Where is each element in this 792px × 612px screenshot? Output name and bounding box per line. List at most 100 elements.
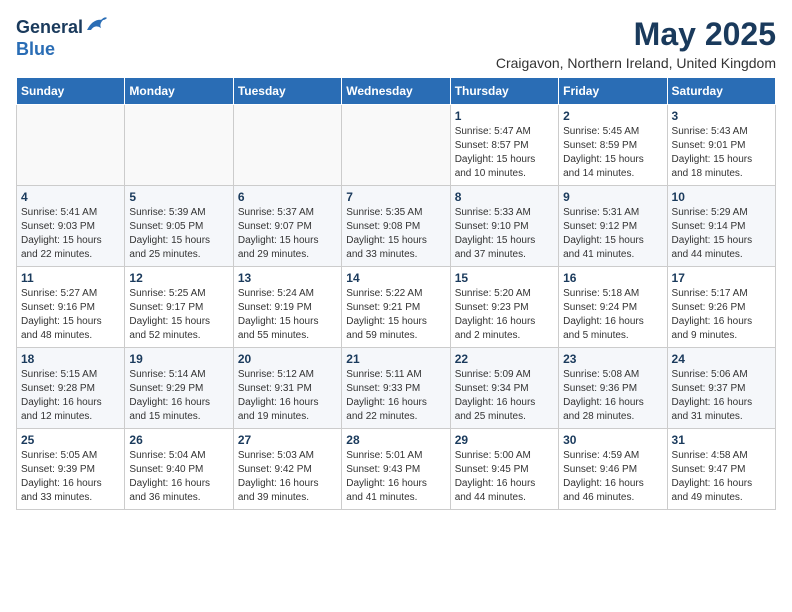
calendar-cell: 20Sunrise: 5:12 AM Sunset: 9:31 PM Dayli… (233, 348, 341, 429)
calendar-cell: 7 Sunrise: 5:35 AM Sunset: 9:08 PM Daylig… (342, 186, 450, 267)
day-info: Sunrise: 5:41 AM Sunset: 9:03 PM Dayligh… (21, 206, 120, 262)
calendar-cell: 13 Sunrise: 5:24 AM Sunset: 9:19 PM Dayli… (233, 267, 341, 348)
logo-general-text: General (16, 17, 83, 38)
logo-bird-icon (85, 16, 107, 39)
day-info: Sunrise: 5:08 AM Sunset: 9:36 PM Dayligh… (563, 368, 662, 424)
calendar-cell: 30Sunrise: 4:59 AM Sunset: 9:46 PM Dayli… (559, 429, 667, 510)
day-info: Sunrise: 5:31 AM Sunset: 9:12 PM Dayligh… (563, 206, 662, 262)
day-info: Sunrise: 5:15 AM Sunset: 9:28 PM Dayligh… (21, 368, 120, 424)
calendar-cell: 26Sunrise: 5:04 AM Sunset: 9:40 PM Dayli… (125, 429, 233, 510)
day-number: 14 (346, 271, 445, 285)
day-info: Sunrise: 5:20 AM Sunset: 9:23 PM Dayligh… (455, 287, 554, 343)
weekday-header-friday: Friday (559, 78, 667, 105)
calendar-cell: 17Sunrise: 5:17 AM Sunset: 9:26 PM Dayli… (667, 267, 775, 348)
day-number: 30 (563, 433, 662, 447)
calendar-cell: 12 Sunrise: 5:25 AM Sunset: 9:17 PM Dayli… (125, 267, 233, 348)
day-number: 16 (563, 271, 662, 285)
calendar-cell: 29 Sunrise: 5:00 AM Sunset: 9:45 PM Dayli… (450, 429, 558, 510)
weekday-header-tuesday: Tuesday (233, 78, 341, 105)
title-area: May 2025 Craigavon, Northern Ireland, Un… (496, 16, 776, 71)
weekday-header-row: SundayMondayTuesdayWednesdayThursdayFrid… (17, 78, 776, 105)
day-info: Sunrise: 5:09 AM Sunset: 9:34 PM Dayligh… (455, 368, 554, 424)
day-number: 2 (563, 109, 662, 123)
calendar-cell: 10 Sunrise: 5:29 AM Sunset: 9:14 PM Dayli… (667, 186, 775, 267)
calendar-week-1: 1Sunrise: 5:47 AM Sunset: 8:57 PM Daylig… (17, 105, 776, 186)
day-info: Sunrise: 5:37 AM Sunset: 9:07 PM Dayligh… (238, 206, 337, 262)
day-number: 26 (129, 433, 228, 447)
day-info: Sunrise: 5:14 AM Sunset: 9:29 PM Dayligh… (129, 368, 228, 424)
day-number: 24 (672, 352, 771, 366)
calendar-cell (233, 105, 341, 186)
day-number: 25 (21, 433, 120, 447)
calendar-cell: 31 Sunrise: 4:58 AM Sunset: 9:47 PM Dayli… (667, 429, 775, 510)
day-info: Sunrise: 5:00 AM Sunset: 9:45 PM Dayligh… (455, 449, 554, 505)
logo: General Blue (16, 16, 107, 60)
calendar-cell: 28 Sunrise: 5:01 AM Sunset: 9:43 PM Dayli… (342, 429, 450, 510)
location: Craigavon, Northern Ireland, United King… (496, 55, 776, 71)
day-number: 28 (346, 433, 445, 447)
calendar-cell: 5 Sunrise: 5:39 AM Sunset: 9:05 PM Daylig… (125, 186, 233, 267)
calendar-cell: 9 Sunrise: 5:31 AM Sunset: 9:12 PM Daylig… (559, 186, 667, 267)
calendar-cell (125, 105, 233, 186)
weekday-header-sunday: Sunday (17, 78, 125, 105)
day-info: Sunrise: 5:18 AM Sunset: 9:24 PM Dayligh… (563, 287, 662, 343)
day-info: Sunrise: 5:24 AM Sunset: 9:19 PM Dayligh… (238, 287, 337, 343)
calendar-cell: 1Sunrise: 5:47 AM Sunset: 8:57 PM Daylig… (450, 105, 558, 186)
day-number: 13 (238, 271, 337, 285)
weekday-header-wednesday: Wednesday (342, 78, 450, 105)
day-info: Sunrise: 5:29 AM Sunset: 9:14 PM Dayligh… (672, 206, 771, 262)
day-number: 9 (563, 190, 662, 204)
header: General Blue May 2025 Craigavon, Norther… (16, 16, 776, 71)
day-number: 20 (238, 352, 337, 366)
calendar-week-3: 11 Sunrise: 5:27 AM Sunset: 9:16 PM Dayli… (17, 267, 776, 348)
day-number: 12 (129, 271, 228, 285)
day-number: 10 (672, 190, 771, 204)
calendar-body: 1Sunrise: 5:47 AM Sunset: 8:57 PM Daylig… (17, 105, 776, 510)
calendar-cell: 27 Sunrise: 5:03 AM Sunset: 9:42 PM Dayli… (233, 429, 341, 510)
day-info: Sunrise: 5:35 AM Sunset: 9:08 PM Dayligh… (346, 206, 445, 262)
day-number: 6 (238, 190, 337, 204)
calendar-cell (17, 105, 125, 186)
logo-blue-text: Blue (16, 39, 55, 59)
calendar-cell: 16 Sunrise: 5:18 AM Sunset: 9:24 PM Dayli… (559, 267, 667, 348)
day-number: 31 (672, 433, 771, 447)
calendar-cell: 2 Sunrise: 5:45 AM Sunset: 8:59 PM Daylig… (559, 105, 667, 186)
calendar-header: SundayMondayTuesdayWednesdayThursdayFrid… (17, 78, 776, 105)
day-number: 27 (238, 433, 337, 447)
calendar-cell: 3 Sunrise: 5:43 AM Sunset: 9:01 PM Daylig… (667, 105, 775, 186)
day-info: Sunrise: 5:11 AM Sunset: 9:33 PM Dayligh… (346, 368, 445, 424)
calendar-cell: 18 Sunrise: 5:15 AM Sunset: 9:28 PM Dayli… (17, 348, 125, 429)
day-number: 4 (21, 190, 120, 204)
day-number: 23 (563, 352, 662, 366)
day-number: 7 (346, 190, 445, 204)
calendar-cell: 23 Sunrise: 5:08 AM Sunset: 9:36 PM Dayli… (559, 348, 667, 429)
day-number: 15 (455, 271, 554, 285)
day-info: Sunrise: 4:58 AM Sunset: 9:47 PM Dayligh… (672, 449, 771, 505)
calendar-cell (342, 105, 450, 186)
calendar-week-5: 25Sunrise: 5:05 AM Sunset: 9:39 PM Dayli… (17, 429, 776, 510)
day-info: Sunrise: 5:06 AM Sunset: 9:37 PM Dayligh… (672, 368, 771, 424)
calendar-cell: 4 Sunrise: 5:41 AM Sunset: 9:03 PM Daylig… (17, 186, 125, 267)
calendar-cell: 22 Sunrise: 5:09 AM Sunset: 9:34 PM Dayli… (450, 348, 558, 429)
day-number: 18 (21, 352, 120, 366)
calendar-cell: 24 Sunrise: 5:06 AM Sunset: 9:37 PM Dayli… (667, 348, 775, 429)
day-info: Sunrise: 5:27 AM Sunset: 9:16 PM Dayligh… (21, 287, 120, 343)
weekday-header-monday: Monday (125, 78, 233, 105)
day-number: 8 (455, 190, 554, 204)
day-info: Sunrise: 5:01 AM Sunset: 9:43 PM Dayligh… (346, 449, 445, 505)
day-number: 29 (455, 433, 554, 447)
day-number: 3 (672, 109, 771, 123)
weekday-header-thursday: Thursday (450, 78, 558, 105)
day-number: 11 (21, 271, 120, 285)
day-info: Sunrise: 5:25 AM Sunset: 9:17 PM Dayligh… (129, 287, 228, 343)
day-info: Sunrise: 5:33 AM Sunset: 9:10 PM Dayligh… (455, 206, 554, 262)
day-info: Sunrise: 5:47 AM Sunset: 8:57 PM Dayligh… (455, 125, 554, 181)
day-info: Sunrise: 5:45 AM Sunset: 8:59 PM Dayligh… (563, 125, 662, 181)
day-info: Sunrise: 5:43 AM Sunset: 9:01 PM Dayligh… (672, 125, 771, 181)
calendar-cell: 21Sunrise: 5:11 AM Sunset: 9:33 PM Dayli… (342, 348, 450, 429)
day-number: 5 (129, 190, 228, 204)
day-info: Sunrise: 5:39 AM Sunset: 9:05 PM Dayligh… (129, 206, 228, 262)
day-info: Sunrise: 5:03 AM Sunset: 9:42 PM Dayligh… (238, 449, 337, 505)
calendar-cell: 6 Sunrise: 5:37 AM Sunset: 9:07 PM Daylig… (233, 186, 341, 267)
day-number: 22 (455, 352, 554, 366)
